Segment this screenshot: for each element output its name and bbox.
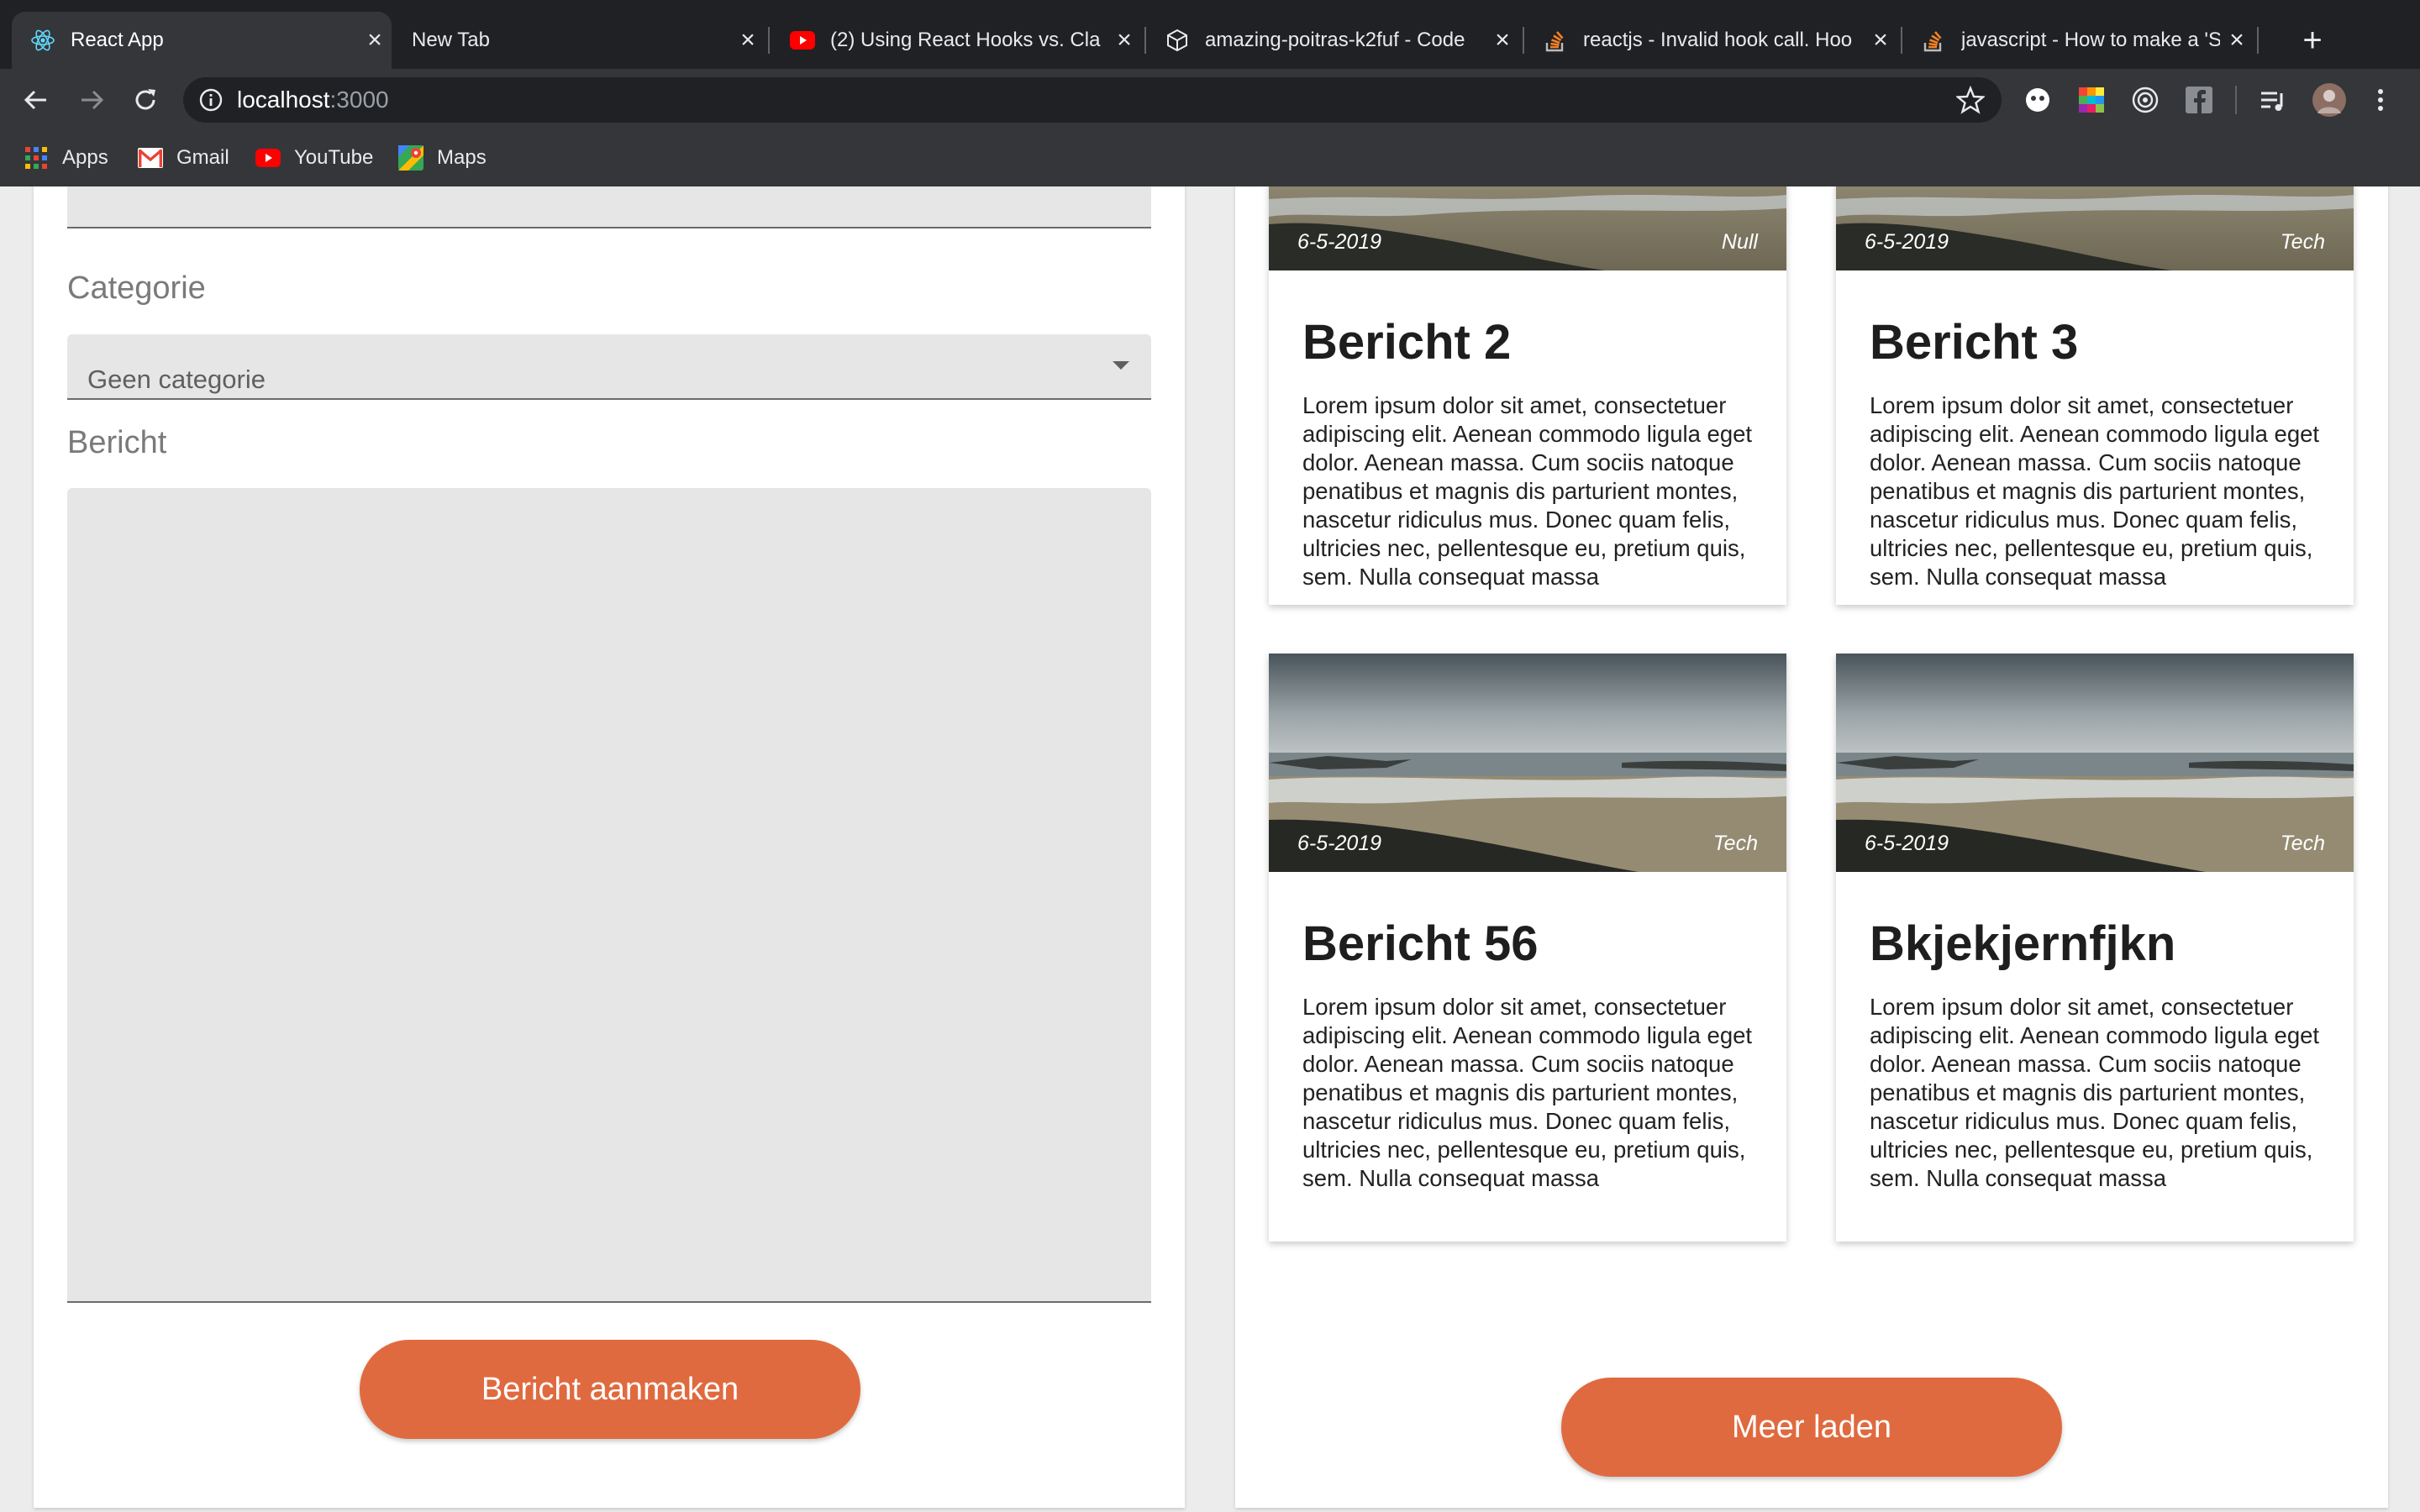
tab-stackoverflow-2[interactable]: javascript - How to make a 'Se ×	[1902, 12, 2254, 69]
stackoverflow-icon	[1543, 28, 1568, 53]
post-title: Bericht 56	[1302, 916, 1539, 971]
category-label: Categorie	[67, 270, 206, 306]
new-tab-button[interactable]: +	[2294, 22, 2331, 59]
close-icon[interactable]: ×	[2220, 26, 2254, 55]
address-bar[interactable]: localhost:3000	[183, 77, 2002, 123]
tab-react-app[interactable]: React App ×	[12, 12, 392, 69]
reload-icon	[135, 89, 155, 110]
tab-youtube[interactable]: (2) Using React Hooks vs. Cla ×	[771, 12, 1141, 69]
post-card[interactable]: 6-5-2019 Null Bericht 2 Lorem ipsum dolo…	[1269, 186, 1786, 605]
post-date: 6-5-2019	[1297, 832, 1382, 855]
post-image	[1269, 186, 1786, 270]
create-post-button[interactable]: Bericht aanmaken	[360, 1340, 860, 1439]
post-date: 6-5-2019	[1865, 832, 1949, 855]
bookmarks-bar: Apps Gmail YouTube Maps	[0, 131, 2420, 186]
info-icon	[199, 88, 223, 112]
post-card[interactable]: 6-5-2019 Tech Bkjekjernfjkn Lorem ipsum …	[1836, 654, 2354, 1242]
url-host: localhost	[237, 87, 330, 113]
dropdown-arrow-icon	[1113, 361, 1129, 370]
post-image	[1836, 186, 2354, 270]
tab-codesandbox[interactable]: amazing-poitras-k2fuf - Code ×	[1146, 12, 1519, 69]
bookmark-label: Gmail	[176, 146, 229, 169]
post-card[interactable]: 6-5-2019 Tech Bericht 3 Lorem ipsum dolo…	[1836, 186, 2354, 605]
react-icon	[30, 28, 55, 53]
toolbar-separator	[2235, 86, 2237, 114]
post-category: Tech	[1712, 832, 1758, 855]
category-select-value: Geen categorie	[87, 365, 266, 394]
maps-icon	[398, 145, 424, 171]
gmail-icon	[138, 145, 163, 171]
bookmark-label: Maps	[437, 146, 487, 169]
bookmark-label: Apps	[62, 146, 108, 169]
bookmark-label: YouTube	[294, 146, 374, 169]
forward-button[interactable]	[72, 81, 111, 119]
category-select[interactable]: Geen categorie	[67, 334, 1151, 400]
back-button[interactable]	[17, 81, 55, 119]
tab-stackoverflow-1[interactable]: reactjs - Invalid hook call. Hoo ×	[1524, 12, 1897, 69]
tab-title: amazing-poitras-k2fuf - Code	[1205, 29, 1465, 51]
post-body: Lorem ipsum dolor sit amet, consectetuer…	[1302, 994, 1753, 1191]
arrow-right-icon	[82, 90, 104, 110]
close-icon[interactable]: ×	[1486, 26, 1519, 55]
codesandbox-icon	[1165, 28, 1190, 53]
bookmark-youtube[interactable]: YouTube	[255, 143, 373, 173]
tab-title: reactjs - Invalid hook call. Hoo	[1583, 29, 1853, 51]
posts-panel: 6-5-2019 Null Bericht 2 Lorem ipsum dolo…	[1235, 186, 2388, 1508]
target-extension-icon[interactable]	[2131, 86, 2160, 114]
avatar[interactable]	[2312, 83, 2346, 117]
extension-icon[interactable]	[2023, 86, 2052, 114]
create-post-panel: Categorie Geen categorie Bericht Bericht…	[34, 186, 1185, 1508]
tab-separator	[768, 27, 770, 54]
post-body: Lorem ipsum dolor sit amet, consectetuer…	[1870, 994, 2320, 1191]
post-card[interactable]: 6-5-2019 Tech Bericht 56 Lorem ipsum dol…	[1269, 654, 1786, 1242]
load-more-button[interactable]: Meer laden	[1561, 1378, 2062, 1477]
bookmark-apps[interactable]: Apps	[24, 143, 108, 173]
post-category: Tech	[2280, 230, 2325, 254]
post-body: Lorem ipsum dolor sit amet, consectetuer…	[1302, 392, 1753, 590]
url-port: :3000	[329, 87, 389, 113]
post-body: Lorem ipsum dolor sit amet, consectetuer…	[1870, 392, 2320, 590]
post-category: Tech	[2280, 832, 2325, 855]
title-field[interactable]	[67, 186, 1151, 228]
tab-title: javascript - How to make a 'Se	[1961, 29, 2220, 51]
bookmark-maps[interactable]: Maps	[398, 143, 487, 173]
close-icon[interactable]: ×	[358, 26, 392, 55]
post-title: Bericht 3	[1870, 315, 2079, 370]
tab-title: (2) Using React Hooks vs. Cla	[830, 29, 1101, 51]
tab-title: New Tab	[412, 29, 490, 51]
stackoverflow-icon	[1921, 28, 1946, 53]
youtube-icon	[255, 145, 281, 171]
message-textarea[interactable]	[67, 488, 1151, 1303]
close-icon[interactable]: ×	[1107, 26, 1141, 55]
more-menu-icon[interactable]	[2366, 86, 2395, 114]
tab-separator	[2257, 27, 2259, 54]
close-icon[interactable]: ×	[1864, 26, 1897, 55]
reading-list-icon[interactable]	[2259, 86, 2287, 114]
message-label: Bericht	[67, 425, 167, 460]
page-viewport: Categorie Geen categorie Bericht Bericht…	[0, 186, 2420, 1512]
color-palette-extension-icon[interactable]	[2077, 86, 2106, 114]
apps-grid-icon	[24, 145, 49, 171]
post-title: Bericht 2	[1302, 315, 1512, 370]
tab-title: React App	[71, 29, 164, 51]
post-title: Bkjekjernfjkn	[1870, 916, 2176, 971]
browser-toolbar: localhost:3000	[0, 69, 2420, 131]
bookmark-star-icon[interactable]	[1956, 86, 1985, 114]
post-category: Null	[1721, 230, 1758, 254]
post-date: 6-5-2019	[1297, 230, 1382, 254]
browser-tabstrip: React App × New Tab × (2) Using React Ho…	[0, 0, 2420, 69]
reload-button[interactable]	[126, 81, 165, 119]
post-date: 6-5-2019	[1865, 230, 1949, 254]
facebook-extension-icon[interactable]	[2185, 86, 2213, 114]
tab-new-tab[interactable]: New Tab ×	[395, 12, 765, 69]
arrow-left-icon	[24, 90, 46, 110]
youtube-icon	[790, 28, 815, 53]
close-icon[interactable]: ×	[731, 26, 765, 55]
bookmark-gmail[interactable]: Gmail	[138, 143, 229, 173]
